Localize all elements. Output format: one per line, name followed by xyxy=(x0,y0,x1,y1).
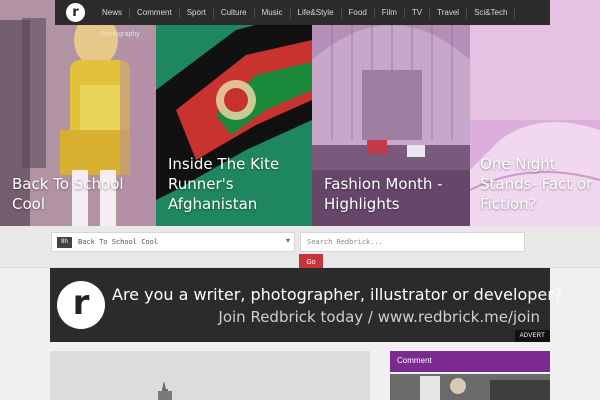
hero-panel-back-to-school[interactable]: Photography Back To School Cool xyxy=(0,0,156,226)
redbrick-logo: r xyxy=(57,281,105,329)
advert-subline: Join Redbrick today / www.redbrick.me/jo… xyxy=(218,308,540,326)
nav-item-travel[interactable]: Travel xyxy=(430,7,468,18)
page: Photography Back To School Cool Inside T… xyxy=(0,0,600,400)
hero-category-tag: Photography xyxy=(100,31,140,38)
advert-banner[interactable]: r Are you a writer, photographer, illust… xyxy=(50,268,562,342)
nav-item-music[interactable]: Music xyxy=(255,7,291,18)
nav-item-food[interactable]: Food xyxy=(342,7,375,18)
hero-title[interactable]: One Night Stands- Fact or Fiction? xyxy=(480,154,600,214)
logo-letter: r xyxy=(72,283,90,323)
nav-item-sport[interactable]: Sport xyxy=(180,7,214,18)
top-navigation: r News Comment Sport Culture Music Life&… xyxy=(55,0,550,25)
hero-title[interactable]: Fashion Month - Highlights xyxy=(324,174,469,214)
comment-photo xyxy=(390,374,550,400)
article-select[interactable]: 8h Back To School Cool ▾ xyxy=(51,232,295,252)
nav-item-tv[interactable]: TV xyxy=(405,7,431,18)
advert-headline: Are you a writer, photographer, illustra… xyxy=(112,285,563,304)
comment-section-heading[interactable]: Comment xyxy=(390,351,550,372)
logo-letter: r xyxy=(72,4,79,20)
advert-label: ADVERT xyxy=(514,330,550,342)
comment-article-image[interactable] xyxy=(390,374,550,400)
nav-item-film[interactable]: Film xyxy=(375,7,405,18)
nav-item-culture[interactable]: Culture xyxy=(214,7,255,18)
nav-item-news[interactable]: News xyxy=(95,7,131,18)
hero-title[interactable]: Back To School Cool xyxy=(12,174,152,214)
nav-menu: News Comment Sport Culture Music Life&St… xyxy=(95,0,516,25)
search-input[interactable]: Search Redbrick... xyxy=(300,232,525,252)
hero-panel-one-night-stands[interactable]: One Night Stands- Fact or Fiction? xyxy=(470,0,600,226)
featured-photo xyxy=(50,351,370,400)
nav-item-lifestyle[interactable]: Life&Style xyxy=(291,7,342,18)
nav-item-comment[interactable]: Comment xyxy=(130,7,180,18)
hero-title[interactable]: Inside The Kite Runner's Afghanistan xyxy=(168,154,308,214)
time-badge: 8h xyxy=(57,237,72,248)
chevron-down-icon: ▾ xyxy=(285,236,290,245)
site-logo[interactable]: r xyxy=(66,3,85,22)
hero-panel-fashion-month[interactable]: Fashion Month - Highlights xyxy=(312,0,470,226)
hero-panel-kite-runner[interactable]: Inside The Kite Runner's Afghanistan xyxy=(156,0,312,226)
nav-item-scitech[interactable]: Sci&Tech xyxy=(467,7,516,18)
featured-article-image[interactable] xyxy=(50,351,370,400)
article-select-value: Back To School Cool xyxy=(78,238,159,246)
